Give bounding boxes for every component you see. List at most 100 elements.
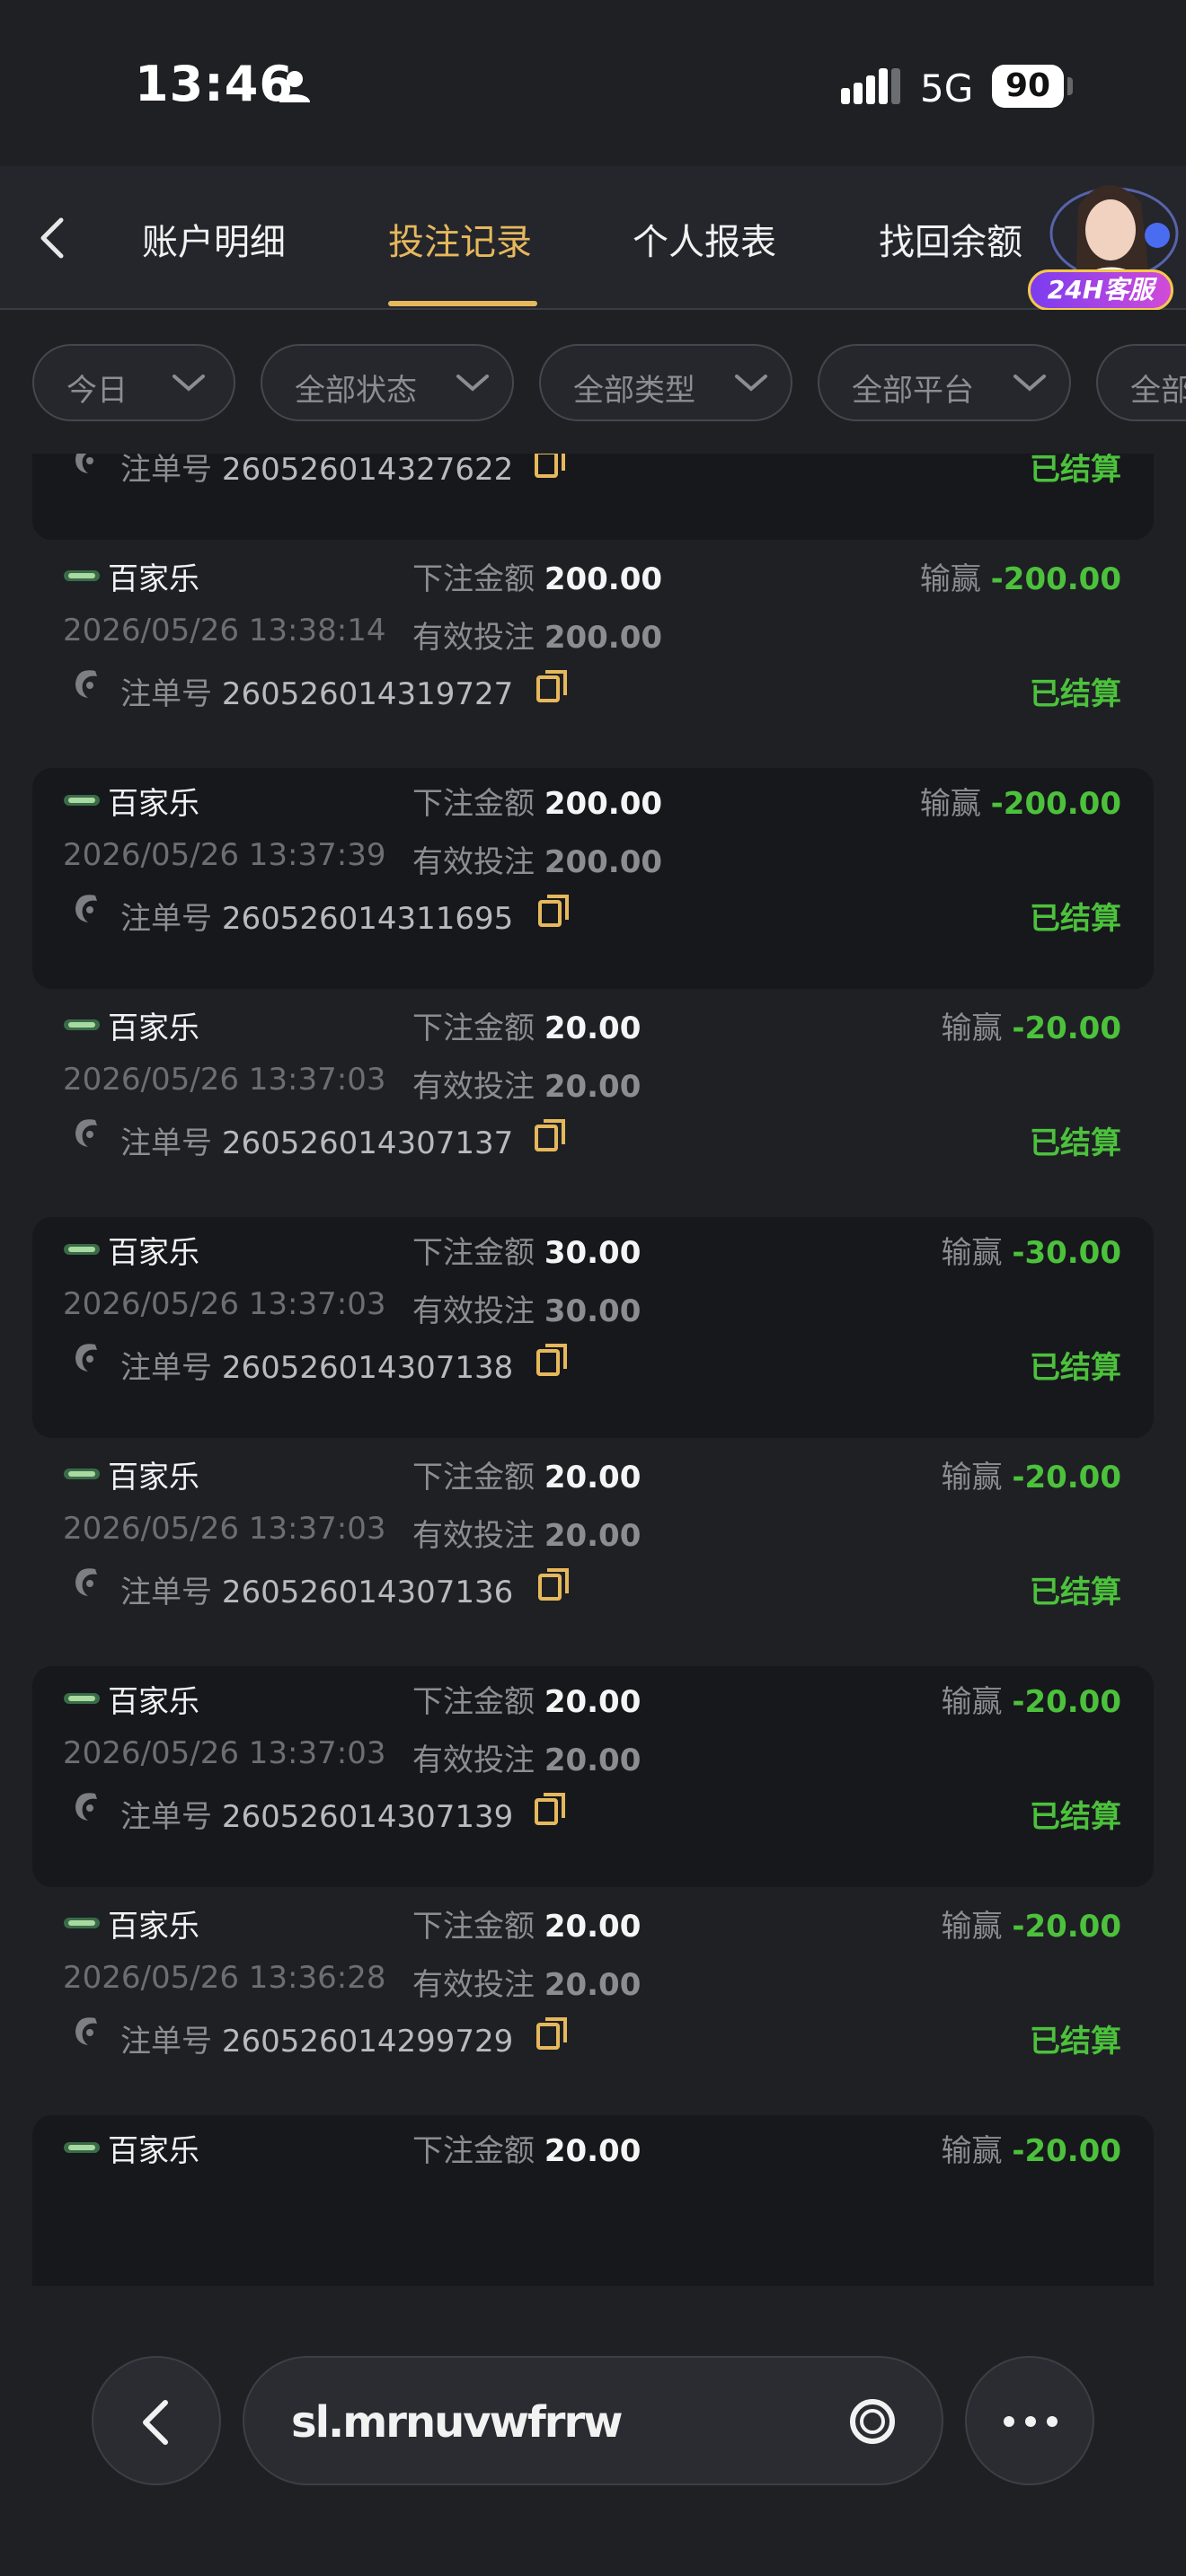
order-number-label: 注单号 [120, 1350, 212, 1386]
win-loss-field: 输赢 -20.00 [942, 1003, 1121, 1047]
bet-amount-field: 下注金额 20.00 [412, 1901, 641, 1945]
copy-icon[interactable] [535, 1343, 568, 1377]
bet-record-list[interactable]: 百家乐 下注金额 500.00 输赢 -500.00 2026/05/26 13… [0, 454, 1186, 2286]
filter-more[interactable]: 全部 [1096, 344, 1186, 421]
win-loss-value: -30.00 [1012, 1235, 1121, 1271]
address-bar[interactable]: sl.mrnuvwfrrw [243, 2356, 943, 2485]
win-loss-label: 输赢 [941, 1460, 1003, 1495]
game-name: 百家乐 [108, 1684, 199, 1720]
bet-record-card[interactable]: 百家乐 下注金额 20.00 输赢 -20.00 有效投注 注单号 [32, 2115, 1154, 2286]
valid-bet-field: 有效投注 20.00 [412, 1511, 641, 1555]
valid-bet-field: 有效投注 20.00 [412, 1735, 641, 1779]
bet-amount-field: 下注金额 20.00 [412, 1452, 641, 1496]
signal-icon [841, 68, 900, 104]
win-loss-label: 输赢 [941, 2133, 1003, 2169]
valid-bet-value: 30.00 [544, 1293, 642, 1329]
reload-icon[interactable] [845, 2394, 900, 2449]
platform-logo-icon [75, 1119, 97, 1147]
copy-icon[interactable] [537, 894, 570, 928]
bet-record-card[interactable]: 百家乐 下注金额 200.00 输赢 -200.00 2026/05/26 13… [32, 543, 1154, 764]
win-loss-field: 输赢 -30.00 [942, 1228, 1121, 1272]
tab-bet-records[interactable]: 投注记录 [388, 213, 532, 265]
copy-icon[interactable] [535, 2016, 568, 2051]
game-name: 百家乐 [108, 1235, 199, 1271]
filter-status[interactable]: 全部状态 [261, 344, 514, 421]
order-number-field: 注单号 260526014307136 [120, 1567, 513, 1611]
order-number-field: 注单号 260526014327622 [120, 454, 513, 489]
battery-level: 90 [992, 65, 1064, 108]
bet-amount-value: 200.00 [544, 786, 663, 822]
settlement-status: 已结算 [1030, 1125, 1121, 1161]
chevron-down-icon [1013, 375, 1046, 392]
win-loss-value: -20.00 [1012, 1909, 1121, 1945]
settlement-status: 已结算 [1030, 454, 1121, 488]
valid-bet-label: 有效投注 [412, 1293, 535, 1329]
valid-bet-value: 200.00 [544, 844, 663, 880]
bet-amount-label: 下注金额 [412, 1235, 535, 1271]
tab-recover-balance[interactable]: 找回余额 [879, 213, 1022, 265]
bet-record-card[interactable]: 百家乐 下注金额 20.00 输赢 -20.00 2026/05/26 13:3… [32, 992, 1154, 1213]
order-number-value: 260526014299729 [221, 2024, 514, 2060]
order-number-field: 注单号 260526014307139 [120, 1792, 513, 1836]
valid-bet-value: 20.00 [544, 1518, 642, 1554]
filter-type-label: 全部类型 [573, 373, 695, 409]
valid-bet-label: 有效投注 [412, 1069, 535, 1105]
order-number-label: 注单号 [120, 1799, 212, 1835]
bet-record-card[interactable]: 百家乐 下注金额 30.00 输赢 -30.00 2026/05/26 13:3… [32, 1217, 1154, 1438]
bet-amount-field: 下注金额 20.00 [412, 1003, 641, 1047]
filter-date[interactable]: 今日 [32, 344, 235, 421]
copy-icon[interactable] [537, 1567, 570, 1601]
valid-bet-label: 有效投注 [412, 1967, 535, 2003]
copy-icon[interactable] [535, 669, 568, 703]
baccarat-game-icon [64, 1918, 100, 1928]
more-options-button[interactable] [965, 2356, 1094, 2485]
order-number-field: 注单号 260526014299729 [120, 2016, 513, 2060]
order-number-field: 注单号 260526014319727 [120, 669, 513, 713]
filter-platform-label: 全部平台 [852, 373, 974, 409]
win-loss-label: 输赢 [941, 1684, 1003, 1720]
filter-date-label: 今日 [66, 373, 128, 409]
order-number-value: 260526014307139 [221, 1799, 514, 1835]
win-loss-value: -20.00 [1012, 2133, 1121, 2169]
bet-record-card[interactable]: 百家乐 下注金额 20.00 输赢 -20.00 2026/05/26 13:3… [32, 1442, 1154, 1663]
status-bar: 13:46 5G 90 [0, 0, 1186, 166]
win-loss-value: -200.00 [990, 561, 1121, 597]
back-chevron-icon [143, 2400, 168, 2445]
bet-record-card[interactable]: 百家乐 下注金额 20.00 输赢 -20.00 2026/05/26 13:3… [32, 1891, 1154, 2112]
bet-record-card[interactable]: 百家乐 下注金额 20.00 输赢 -20.00 2026/05/26 13:3… [32, 1666, 1154, 1887]
copy-icon[interactable] [534, 454, 566, 479]
win-loss-label: 输赢 [941, 1010, 1003, 1046]
bet-amount-label: 下注金额 [412, 1460, 535, 1495]
valid-bet-value: 20.00 [544, 1069, 642, 1105]
order-number-field: 注单号 260526014311695 [120, 894, 513, 938]
tab-personal-report[interactable]: 个人报表 [633, 213, 776, 265]
win-loss-value: -20.00 [1012, 1460, 1121, 1495]
order-number-value: 260526014307136 [221, 1575, 514, 1610]
filter-platform[interactable]: 全部平台 [818, 344, 1071, 421]
back-chevron-icon[interactable] [31, 211, 75, 265]
tab-account-detail[interactable]: 账户明细 [142, 213, 286, 265]
bet-amount-label: 下注金额 [412, 786, 535, 822]
baccarat-game-icon [64, 570, 100, 581]
valid-bet-label: 有效投注 [412, 620, 535, 656]
copy-icon[interactable] [534, 1118, 566, 1152]
baccarat-game-icon [64, 1469, 100, 1479]
bet-amount-value: 20.00 [544, 1684, 642, 1720]
active-tab-indicator [388, 301, 537, 306]
win-loss-label: 输赢 [941, 1909, 1003, 1945]
filter-type[interactable]: 全部类型 [539, 344, 792, 421]
order-number-value: 260526014327622 [221, 454, 514, 488]
bet-amount-value: 200.00 [544, 561, 663, 597]
win-loss-field: 输赢 -200.00 [920, 554, 1121, 598]
customer-service-badge[interactable]: 24H客服 [1028, 269, 1173, 311]
settlement-status: 已结算 [1030, 901, 1121, 937]
valid-bet-value: 20.00 [544, 1967, 642, 2003]
win-loss-label: 输赢 [919, 561, 981, 597]
bet-record-card[interactable]: 百家乐 下注金额 500.00 输赢 -500.00 2026/05/26 13… [32, 454, 1154, 540]
copy-icon[interactable] [534, 1792, 566, 1826]
browser-back-button[interactable] [92, 2356, 221, 2485]
bet-record-card[interactable]: 百家乐 下注金额 200.00 输赢 -200.00 2026/05/26 13… [32, 768, 1154, 989]
bet-amount-field: 下注金额 30.00 [412, 1228, 641, 1272]
bet-amount-value: 30.00 [544, 1235, 642, 1271]
bet-amount-value: 20.00 [544, 1460, 642, 1495]
